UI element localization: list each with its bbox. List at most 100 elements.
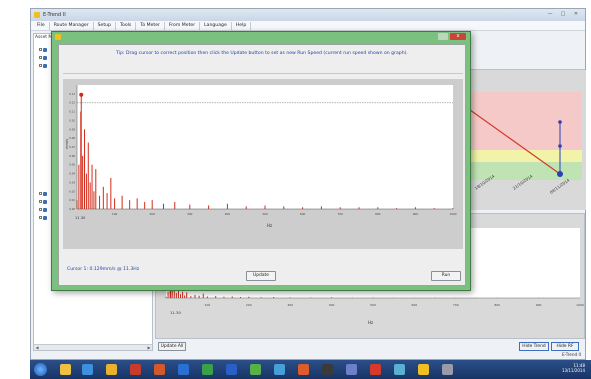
update-button[interactable]: Update bbox=[246, 271, 276, 281]
app-icon[interactable] bbox=[370, 364, 381, 375]
trend-marker[interactable] bbox=[558, 120, 562, 124]
tree-node[interactable] bbox=[39, 56, 47, 61]
menu-language[interactable]: Language bbox=[200, 21, 232, 30]
tree-node[interactable] bbox=[39, 48, 47, 53]
app-icon[interactable] bbox=[154, 364, 165, 375]
x-tick-labels: 100 200 300 400 500 600 700 800 900 1000 bbox=[112, 212, 457, 216]
status-text: E-Trend II bbox=[561, 352, 581, 357]
tree-node[interactable] bbox=[39, 192, 47, 197]
app-icon[interactable] bbox=[442, 364, 453, 375]
spectrum-tick-label: 600 bbox=[412, 303, 418, 307]
tree-node[interactable] bbox=[39, 64, 47, 69]
app-icon bbox=[55, 34, 61, 40]
x-tick-label: 500 bbox=[262, 212, 268, 216]
app-icon bbox=[34, 12, 40, 18]
spectrum-chart-svg[interactable]: 0.00 0.01 0.02 0.03 0.04 0.05 0.06 0.07 0.08 0.09… bbox=[63, 79, 463, 249]
spectrum-chart: 0.00 0.01 0.02 0.03 0.04 0.05 0.06 0.07 0.08 0.09… bbox=[63, 79, 463, 249]
x-tick-label: 200 bbox=[150, 212, 156, 216]
y-tick-labels: 0.00 0.01 0.02 0.03 0.04 0.05 0.06 0.07 0.08 0.09… bbox=[69, 92, 75, 211]
ok-zone bbox=[456, 162, 582, 180]
expand-icon[interactable] bbox=[39, 200, 42, 203]
clock-date: 13/11/2014 bbox=[561, 368, 585, 373]
trend-marker[interactable] bbox=[558, 144, 562, 148]
expand-icon[interactable] bbox=[39, 192, 42, 195]
close-icon[interactable]: ✕ bbox=[571, 11, 581, 18]
y-tick-label: 0.05 bbox=[69, 163, 75, 167]
word-icon[interactable] bbox=[178, 364, 189, 375]
folder-icon[interactable] bbox=[106, 364, 117, 375]
y-tick-label: 0.07 bbox=[69, 145, 75, 149]
app-icon[interactable] bbox=[394, 364, 405, 375]
x-tick-label: 900 bbox=[413, 212, 419, 216]
expand-icon[interactable] bbox=[39, 56, 42, 59]
y-tick-label: 0.10 bbox=[69, 118, 75, 122]
x-tick-label: 300 bbox=[187, 212, 193, 216]
spectrum-x-axis-label: Hz bbox=[368, 320, 373, 325]
title-bar: E-Trend II — □ ✕ bbox=[31, 9, 585, 21]
start-button[interactable] bbox=[34, 363, 47, 376]
menu-file[interactable]: File bbox=[33, 21, 50, 30]
run-speed-dialog: x Tip: Drag cursor to correct position t… bbox=[51, 31, 471, 291]
outlook-icon[interactable] bbox=[82, 364, 93, 375]
x-axis-label: Hz bbox=[267, 223, 272, 228]
chrome-icon[interactable] bbox=[298, 364, 309, 375]
asset-icon bbox=[43, 56, 47, 60]
x-tick-label: 700 bbox=[338, 212, 344, 216]
x-tick-label: 100 bbox=[112, 212, 118, 216]
menu-tools[interactable]: Tools bbox=[116, 21, 137, 30]
x-tick-label: 800 bbox=[375, 212, 381, 216]
y-tick-label: 0.09 bbox=[69, 127, 75, 131]
x-tick-label: 600 bbox=[300, 212, 306, 216]
asset-panel-title: Asset M bbox=[35, 35, 53, 40]
explorer-icon[interactable] bbox=[60, 364, 71, 375]
menu-bar: File Route Manager Setup Tools To Meter … bbox=[31, 21, 585, 31]
cursor-marker[interactable] bbox=[79, 92, 84, 97]
etrend-icon[interactable] bbox=[418, 364, 429, 375]
y-tick-label: 0.08 bbox=[69, 136, 75, 140]
tree-node[interactable] bbox=[39, 200, 47, 205]
horizontal-scrollbar[interactable]: ◀ ▶ bbox=[34, 344, 152, 350]
y-tick-label: 0.12 bbox=[69, 101, 75, 105]
plot-area bbox=[77, 85, 453, 209]
hide-rf-button[interactable]: Hide RF bbox=[551, 342, 579, 351]
close-icon[interactable]: x bbox=[450, 33, 466, 40]
expand-icon[interactable] bbox=[39, 64, 42, 67]
dialog-title-bar[interactable]: x bbox=[52, 32, 470, 42]
minimize-icon[interactable] bbox=[438, 33, 448, 40]
app-icon[interactable] bbox=[322, 364, 333, 375]
y-tick-label: 0.13 bbox=[69, 92, 75, 96]
spectrum-tick-label: 500 bbox=[370, 303, 376, 307]
menu-route-manager[interactable]: Route Manager bbox=[50, 21, 94, 30]
cursor-readout: Cursor 1: 0.129mm/s @ 11.3Hz bbox=[67, 267, 140, 272]
scroll-right-icon[interactable]: ▶ bbox=[146, 345, 152, 351]
menu-setup[interactable]: Setup bbox=[94, 21, 116, 30]
spectrum-tick-labels: 100 200 300 400 500 600 700 800 900 1000 bbox=[205, 303, 584, 307]
app-icon[interactable] bbox=[250, 364, 261, 375]
expand-icon[interactable] bbox=[39, 48, 42, 51]
app-icon[interactable] bbox=[226, 364, 237, 375]
asset-icon bbox=[43, 192, 47, 196]
menu-help[interactable]: Help bbox=[232, 21, 252, 30]
minimize-icon[interactable]: — bbox=[545, 11, 555, 18]
menu-to-meter[interactable]: To Meter bbox=[136, 21, 165, 30]
expand-icon[interactable] bbox=[39, 208, 42, 211]
trend-marker[interactable] bbox=[557, 171, 563, 177]
app-icon[interactable] bbox=[346, 364, 357, 375]
alarm-zone bbox=[456, 92, 582, 150]
menu-from-meter[interactable]: From Meter bbox=[165, 21, 201, 30]
y-tick-label: 0.06 bbox=[69, 154, 75, 158]
app-icon[interactable] bbox=[274, 364, 285, 375]
update-all-button[interactable]: Update All bbox=[158, 342, 186, 351]
asset-icon bbox=[43, 208, 47, 212]
system-tray[interactable]: 11:48 13/11/2014 bbox=[562, 363, 585, 373]
run-button[interactable]: Run bbox=[431, 271, 461, 281]
maximize-icon[interactable]: □ bbox=[558, 11, 568, 18]
scroll-left-icon[interactable]: ◀ bbox=[34, 345, 40, 351]
hide-trend-button[interactable]: Hide Trend bbox=[519, 342, 549, 351]
app-icon[interactable] bbox=[130, 364, 141, 375]
tip-text: Tip: Drag cursor to correct position the… bbox=[116, 51, 408, 56]
tree-node[interactable] bbox=[39, 216, 47, 221]
tree-node[interactable] bbox=[39, 208, 47, 213]
excel-icon[interactable] bbox=[202, 364, 213, 375]
expand-icon[interactable] bbox=[39, 216, 42, 219]
